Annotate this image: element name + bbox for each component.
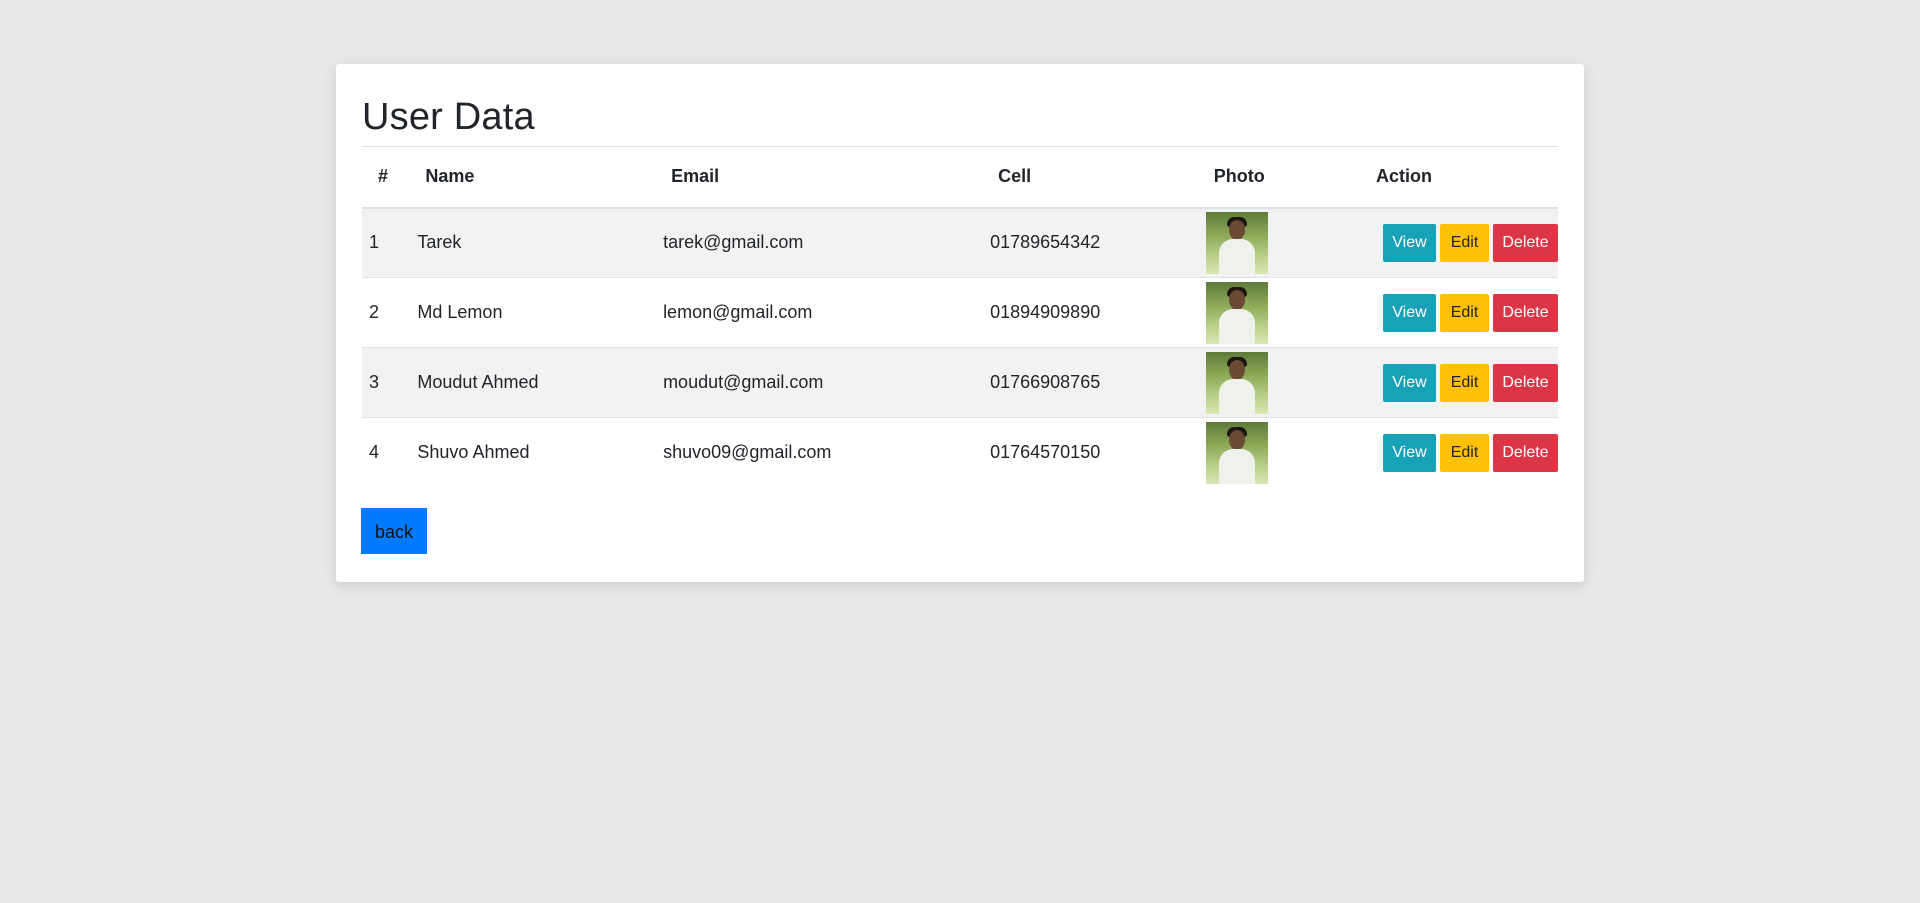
- user-table: # Name Email Cell Photo Action 1 Tarek t…: [362, 146, 1558, 488]
- row-actions: View Edit Delete: [1368, 418, 1558, 488]
- user-data-card: User Data # Name Email Cell Photo Action…: [336, 64, 1584, 582]
- row-email: lemon@gmail.com: [663, 302, 813, 322]
- delete-button[interactable]: Delete: [1493, 363, 1558, 402]
- user-photo: [1205, 351, 1268, 414]
- user-photo: [1205, 421, 1268, 484]
- edit-button[interactable]: Edit: [1440, 363, 1489, 402]
- row-photo-cell: [1205, 348, 1368, 418]
- delete-button[interactable]: Delete: [1493, 223, 1558, 262]
- edit-button[interactable]: Edit: [1440, 433, 1489, 472]
- row-name: Moudut Ahmed: [417, 372, 539, 392]
- view-button[interactable]: View: [1383, 223, 1436, 262]
- row-name: Tarek: [417, 232, 462, 253]
- row-email: moudut@gmail.com: [663, 372, 824, 392]
- row-cell: 01789654342: [990, 232, 1101, 253]
- page-title: User Data: [362, 96, 535, 138]
- edit-button[interactable]: Edit: [1440, 293, 1489, 332]
- table-row: 2 Md Lemon lemon@gmail.com 01894909890 V…: [362, 277, 1558, 348]
- row-name: Md Lemon: [417, 302, 503, 322]
- header-number: #: [362, 146, 418, 209]
- table-row: 1 Tarek tarek@gmail.com 01789654342 View…: [362, 207, 1558, 278]
- header-email: Email: [663, 146, 991, 209]
- header-row: # Name Email Cell Photo Action: [362, 146, 1558, 209]
- row-number: 3: [369, 372, 380, 392]
- row-cell: 01766908765: [990, 372, 1101, 392]
- row-cell: 01894909890: [990, 302, 1101, 322]
- table-body: 1 Tarek tarek@gmail.com 01789654342 View…: [362, 207, 1558, 488]
- row-photo-cell: [1205, 418, 1368, 488]
- row-number: 4: [369, 442, 380, 463]
- table-row: 4 Shuvo Ahmed shuvo09@gmail.com 01764570…: [362, 417, 1558, 488]
- header-photo: Photo: [1205, 146, 1368, 209]
- row-cell: 01764570150: [990, 442, 1101, 463]
- row-actions: View Edit Delete: [1368, 278, 1558, 348]
- row-email: shuvo09@gmail.com: [663, 442, 832, 463]
- row-name: Shuvo Ahmed: [417, 442, 530, 463]
- delete-button[interactable]: Delete: [1493, 293, 1558, 332]
- view-button[interactable]: View: [1383, 293, 1436, 332]
- row-photo-cell: [1205, 208, 1368, 278]
- row-number: 2: [369, 302, 380, 322]
- table-row: 3 Moudut Ahmed moudut@gmail.com 01766908…: [362, 347, 1558, 418]
- table-header: # Name Email Cell Photo Action: [362, 146, 1558, 209]
- user-photo: [1205, 211, 1268, 274]
- header-name: Name: [417, 146, 664, 209]
- edit-button[interactable]: Edit: [1440, 223, 1489, 262]
- row-photo-cell: [1205, 278, 1368, 348]
- delete-button[interactable]: Delete: [1493, 433, 1558, 472]
- user-photo: [1205, 281, 1268, 344]
- row-number: 1: [369, 232, 380, 253]
- row-actions: View Edit Delete: [1368, 348, 1558, 418]
- row-email: tarek@gmail.com: [663, 232, 804, 253]
- header-action: Action: [1368, 146, 1558, 209]
- row-actions: View Edit Delete: [1368, 208, 1558, 278]
- view-button[interactable]: View: [1383, 363, 1436, 402]
- back-button[interactable]: back: [361, 508, 427, 554]
- view-button[interactable]: View: [1383, 433, 1436, 472]
- header-cell: Cell: [990, 146, 1206, 209]
